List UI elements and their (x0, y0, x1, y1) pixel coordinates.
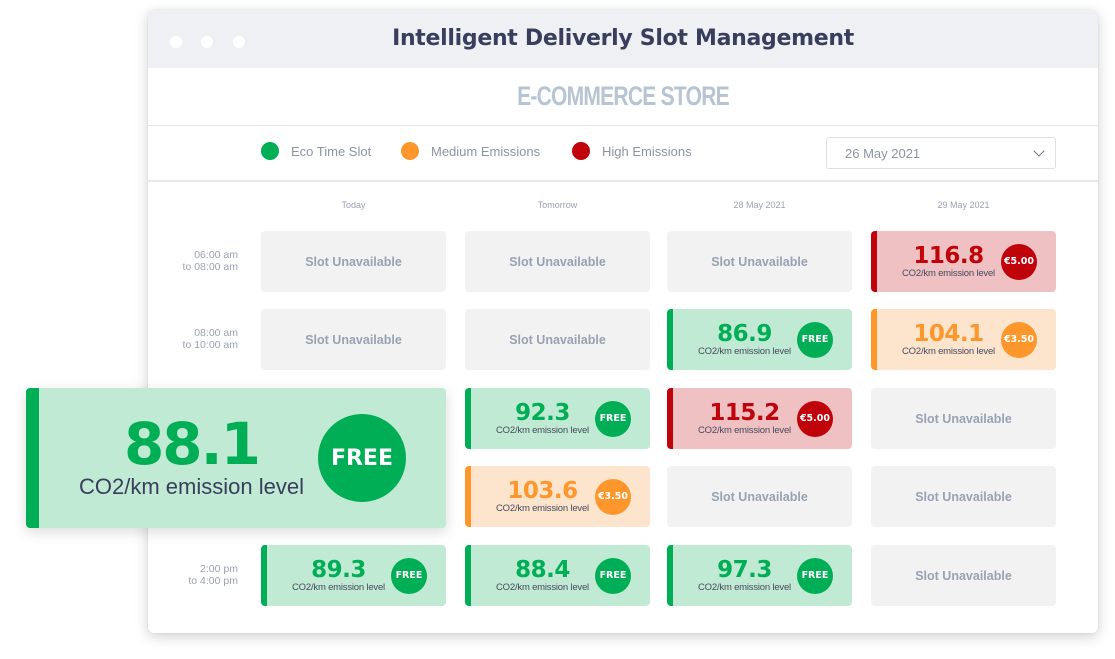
time-end: to 10:00 am (182, 339, 238, 351)
legend-high: High Emissions (572, 141, 692, 161)
time-end: to 4:00 pm (188, 575, 238, 587)
slot-popup-enlarged[interactable]: 88.1 CO2/km emission level FREE (26, 388, 446, 528)
date-select[interactable]: 26 May 2021 (826, 137, 1056, 169)
slot-unavailable: Slot Unavailable (667, 231, 852, 292)
emission-label: CO2/km emission level (698, 345, 791, 357)
app-window: Intelligent Deliverly Slot Management E-… (148, 10, 1098, 633)
chevron-down-icon (1033, 145, 1045, 157)
time-start: 06:00 am (194, 249, 238, 261)
medium-dot-icon (401, 142, 419, 160)
time-range-label: 08:00 am to 10:00 am (148, 327, 238, 351)
slot-medium[interactable]: 104.1 CO2/km emission level €3.50 (871, 309, 1056, 370)
price-badge: FREE (594, 557, 631, 594)
unavailable-label: Slot Unavailable (711, 254, 808, 269)
divider (148, 125, 1098, 126)
slot-unavailable: Slot Unavailable (261, 309, 446, 370)
popup-price-badge: FREE (317, 414, 406, 502)
emission-value: 92.3 (515, 399, 570, 426)
price-badge: FREE (390, 557, 427, 594)
eco-dot-icon (261, 142, 279, 160)
emission-value: 89.3 (311, 556, 366, 583)
column-header: Tomorrow (537, 200, 578, 210)
slot-eco[interactable]: 89.3 CO2/km emission level FREE (261, 545, 446, 606)
unavailable-label: Slot Unavailable (915, 411, 1012, 426)
emission-label: CO2/km emission level (902, 267, 995, 279)
price-badge: FREE (594, 400, 631, 437)
title-bar: Intelligent Deliverly Slot Management (148, 10, 1098, 68)
slot-unavailable: Slot Unavailable (465, 309, 650, 370)
price-badge: €3.50 (1000, 321, 1037, 358)
slot-eco[interactable]: 88.4 CO2/km emission level FREE (465, 545, 650, 606)
emission-label: CO2/km emission level (698, 581, 791, 593)
emission-label: CO2/km emission level (902, 345, 995, 357)
high-dot-icon (572, 142, 590, 160)
legend-label: Medium Emissions (431, 143, 541, 159)
emission-value: 104.1 (913, 320, 984, 347)
column-header: 28 May 2021 (733, 200, 786, 210)
time-range-label: 2:00 pm to 4:00 pm (148, 563, 238, 587)
emission-value: 97.3 (717, 556, 772, 583)
emission-value: 116.8 (913, 242, 984, 269)
price-badge: €3.50 (594, 478, 631, 515)
unavailable-label: Slot Unavailable (305, 254, 402, 269)
unavailable-label: Slot Unavailable (711, 489, 808, 504)
column-header: Today (341, 200, 366, 210)
slot-unavailable: Slot Unavailable (465, 231, 650, 292)
slot-unavailable: Slot Unavailable (261, 231, 446, 292)
price-badge: €5.00 (796, 400, 833, 437)
date-select-value: 26 May 2021 (845, 145, 921, 161)
slot-unavailable: Slot Unavailable (871, 388, 1056, 449)
time-start: 2:00 pm (200, 563, 238, 575)
window-title: Intelligent Deliverly Slot Management (392, 26, 854, 51)
legend-medium: Medium Emissions (401, 141, 540, 161)
price-badge: €5.00 (1000, 243, 1037, 280)
slot-unavailable: Slot Unavailable (871, 545, 1056, 606)
divider (148, 180, 1098, 182)
legend-eco: Eco Time Slot (261, 141, 371, 161)
slot-high[interactable]: 116.8 CO2/km emission level €5.00 (871, 231, 1056, 292)
emission-label: CO2/km emission level (292, 581, 385, 593)
emission-label: CO2/km emission level (496, 581, 589, 593)
emission-value: 103.6 (507, 477, 578, 504)
unavailable-label: Slot Unavailable (305, 332, 402, 347)
emission-label: CO2/km emission level (496, 502, 589, 514)
popup-emission-label: CO2/km emission level (79, 474, 304, 499)
unavailable-label: Slot Unavailable (915, 489, 1012, 504)
time-start: 08:00 am (194, 327, 238, 339)
time-range-label: 06:00 am to 08:00 am (148, 249, 238, 273)
slot-eco[interactable]: 86.9 CO2/km emission level FREE (667, 309, 852, 370)
legend-label: High Emissions (602, 143, 692, 159)
legend-label: Eco Time Slot (291, 143, 372, 159)
price-badge: FREE (796, 321, 833, 358)
emission-value: 115.2 (709, 399, 780, 426)
unavailable-label: Slot Unavailable (509, 332, 606, 347)
emission-value: 86.9 (717, 320, 772, 347)
slot-unavailable: Slot Unavailable (871, 466, 1056, 527)
emission-label: CO2/km emission level (496, 424, 589, 436)
emission-label: CO2/km emission level (698, 424, 791, 436)
time-end: to 08:00 am (182, 261, 238, 273)
slot-high[interactable]: 115.2 CO2/km emission level €5.00 (667, 388, 852, 449)
emission-value: 88.4 (515, 556, 570, 583)
slot-eco[interactable]: 92.3 CO2/km emission level FREE (465, 388, 650, 449)
column-header: 29 May 2021 (937, 200, 990, 210)
slot-unavailable: Slot Unavailable (667, 466, 852, 527)
slot-medium[interactable]: 103.6 CO2/km emission level €3.50 (465, 466, 650, 527)
popup-emission-value: 88.1 (123, 410, 261, 478)
unavailable-label: Slot Unavailable (915, 568, 1012, 583)
price-badge: FREE (796, 557, 833, 594)
unavailable-label: Slot Unavailable (509, 254, 606, 269)
store-name: E-COMMERCE STORE (517, 81, 730, 111)
slot-eco[interactable]: 97.3 CO2/km emission level FREE (667, 545, 852, 606)
